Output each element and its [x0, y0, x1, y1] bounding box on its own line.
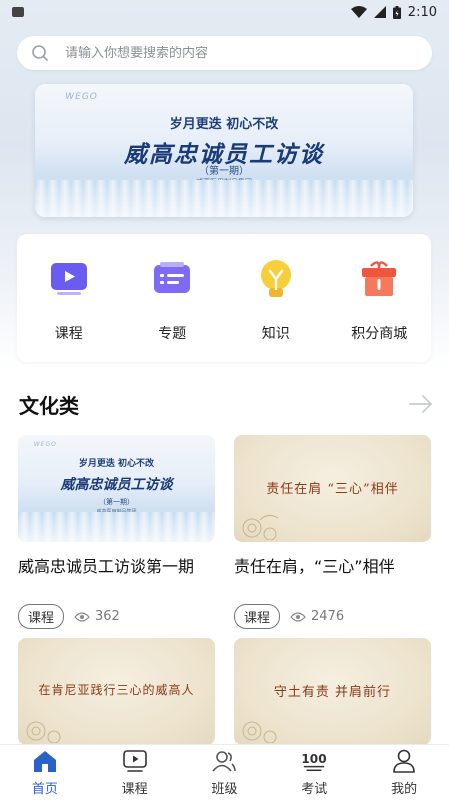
wifi-icon	[350, 6, 367, 18]
course-card-thumbnail: 守土有责 并肩前行	[234, 638, 431, 745]
course-tag: 课程	[18, 604, 65, 629]
view-count-value: 2476	[311, 609, 345, 624]
exam-100-icon: 100	[301, 748, 327, 774]
course-card[interactable]: WEGO 岁月更迭 初心不改 威高忠诚员工访谈 （第一期） 威高医用制品集团 威…	[18, 435, 215, 629]
banner-wave-decoration	[35, 179, 413, 217]
thumbnail-poster: WEGO 岁月更迭 初心不改 威高忠诚员工访谈 （第一期） 威高医用制品集团	[18, 435, 215, 542]
quick-nav: 课程 专题 知识 积分商城	[17, 234, 431, 362]
view-count: 2476	[290, 609, 344, 624]
lightbulb-icon	[255, 258, 297, 300]
battery-icon	[392, 5, 401, 19]
flower-decoration-icon	[242, 514, 279, 540]
gift-box-icon	[358, 258, 400, 300]
home-icon	[32, 748, 58, 774]
section-title: 文化类	[19, 393, 79, 418]
thumb-issue: （第一期）	[99, 498, 134, 507]
quick-nav-course[interactable]: 课程	[24, 258, 114, 343]
course-card-title: 责任在肩，“三心”相伴	[234, 557, 395, 576]
quick-nav-topic-label: 专题	[158, 326, 187, 342]
class-people-icon	[211, 748, 237, 774]
banner-carousel[interactable]: WEGO 岁月更迭 初心不改 威高忠诚员工访谈 （第一期） 威高医用制品集团	[35, 84, 413, 217]
eye-icon	[290, 611, 306, 622]
topic-list-icon	[151, 258, 193, 300]
quick-nav-knowledge-label: 知识	[261, 326, 290, 342]
course-play-icon	[48, 258, 90, 300]
banner-slogan: 岁月更迭 初心不改	[169, 117, 279, 133]
course-card-thumbnail: 责任在肩 “三心”相伴	[234, 435, 431, 542]
banner-brand-mark: WEGO	[65, 91, 98, 102]
course-card[interactable]: 守土有责 并肩前行	[234, 638, 431, 745]
tab-exam-label: 考试	[301, 782, 328, 797]
notification-app-icon	[12, 7, 24, 17]
tab-home-label: 首页	[31, 782, 58, 797]
search-icon	[32, 45, 48, 61]
course-card[interactable]: 在肯尼亚践行三心的威高人	[18, 638, 215, 745]
course-card[interactable]: 责任在肩 “三心”相伴 责任在肩，“三心”相伴 课程 2476	[234, 435, 431, 629]
tab-profile-label: 我的	[391, 782, 418, 797]
course-card-title: 威高忠诚员工访谈第一期	[18, 557, 195, 576]
course-tag: 课程	[234, 604, 281, 629]
status-bar: 2:10	[0, 0, 449, 24]
thumb-text: 在肯尼亚践行三心的威高人	[38, 682, 195, 697]
clock-time: 2:10	[407, 4, 437, 20]
banner-poster: WEGO 岁月更迭 初心不改 威高忠诚员工访谈 （第一期） 威高医用制品集团	[35, 84, 413, 217]
tab-class[interactable]: 班级	[189, 748, 259, 797]
profile-icon	[391, 748, 417, 774]
view-count: 362	[74, 609, 120, 624]
banner-issue: （第一期）	[199, 166, 249, 178]
tab-home[interactable]: 首页	[10, 748, 80, 797]
thumb-slogan: 岁月更迭 初心不改	[78, 459, 155, 470]
quick-nav-topic[interactable]: 专题	[127, 258, 217, 343]
course-card-thumbnail: 在肯尼亚践行三心的威高人	[18, 638, 215, 745]
signal-icon	[373, 6, 386, 18]
section-header-culture: 文化类	[19, 388, 434, 420]
tab-class-label: 班级	[211, 782, 238, 797]
thumb-title: 威高忠诚员工访谈	[60, 476, 173, 493]
course-card-meta: 课程 362	[18, 604, 120, 629]
thumb-text: 守土有责 并肩前行	[273, 684, 392, 700]
tab-course[interactable]: 课程	[100, 748, 170, 797]
svg-text:100: 100	[302, 752, 327, 766]
thumb-text: 责任在肩 “三心”相伴	[266, 481, 399, 497]
course-card-meta: 课程 2476	[234, 604, 344, 629]
quick-nav-knowledge[interactable]: 知识	[231, 258, 321, 343]
flower-decoration-icon	[26, 721, 61, 743]
status-right: 2:10	[350, 4, 437, 20]
thumb-wave-decoration	[18, 512, 215, 542]
search-input[interactable]	[65, 45, 385, 61]
arrow-right-icon[interactable]	[408, 391, 434, 417]
thumb-brand-mark: WEGO	[33, 441, 57, 449]
quick-nav-course-label: 课程	[54, 326, 83, 342]
view-count-value: 362	[95, 609, 120, 624]
tab-exam[interactable]: 100 考试	[279, 748, 349, 797]
tab-profile[interactable]: 我的	[369, 748, 439, 797]
course-card-thumbnail: WEGO 岁月更迭 初心不改 威高忠诚员工访谈 （第一期） 威高医用制品集团	[18, 435, 215, 542]
search-bar[interactable]	[17, 36, 432, 70]
quick-nav-points-mall[interactable]: 积分商城	[334, 258, 424, 343]
flower-decoration-icon	[242, 721, 277, 743]
bottom-tab-bar: 首页 课程 班级 100 考试 我的	[0, 744, 449, 800]
quick-nav-points-mall-label: 积分商城	[351, 326, 408, 342]
video-play-icon	[122, 748, 148, 774]
eye-icon	[74, 611, 90, 622]
status-left	[12, 7, 24, 17]
tab-course-label: 课程	[121, 782, 148, 797]
